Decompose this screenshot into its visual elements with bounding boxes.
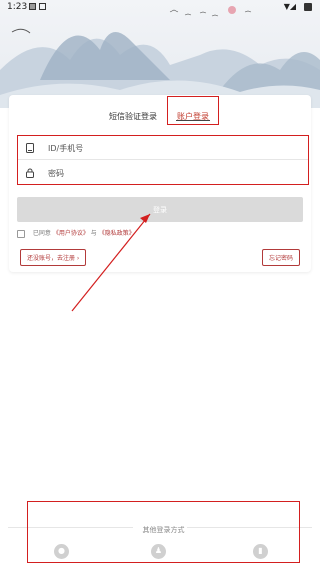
- id-phone-input[interactable]: [48, 140, 298, 156]
- image-notification-icon: [29, 3, 36, 10]
- forgot-password-button[interactable]: 忘记密码: [261, 249, 300, 266]
- phone-icon: ▮: [258, 546, 263, 555]
- tab-sms-login[interactable]: 短信验证登录: [109, 111, 157, 122]
- status-time: 1:23: [7, 2, 28, 12]
- id-field-row: [18, 136, 308, 160]
- agreement-and: 与: [90, 230, 97, 237]
- agreement-row: 已同意 《用户协议》 与 《隐私政策》: [17, 228, 135, 238]
- wifi-signal-icon: ▼◢: [283, 2, 296, 11]
- battery-icon: [304, 3, 312, 11]
- password-field-row: [18, 161, 308, 185]
- credential-fields-group: [17, 135, 309, 185]
- wechat-login-button[interactable]: ●: [54, 544, 69, 559]
- other-login-title: 其他登录方式: [142, 526, 185, 534]
- phone-login-button[interactable]: ▮: [253, 544, 268, 559]
- login-button[interactable]: 登录: [17, 197, 303, 222]
- password-input[interactable]: [48, 165, 298, 181]
- status-bar: 1:23 ▼◢: [0, 0, 320, 14]
- download-notification-icon: [39, 3, 46, 10]
- register-button[interactable]: 还没账号，去注册 ›: [20, 249, 87, 266]
- active-tab-underline: [176, 120, 210, 121]
- tab-account-login[interactable]: 账户登录: [167, 96, 219, 125]
- other-login-section: 其他登录方式 ● ♟ ▮: [27, 501, 300, 563]
- user-agreement-link[interactable]: 《用户协议》: [53, 230, 89, 237]
- agreement-checkbox[interactable]: [17, 229, 25, 238]
- phone-icon: [26, 143, 34, 153]
- qq-icon: ♟: [154, 546, 163, 555]
- lock-icon: [26, 168, 34, 178]
- wechat-icon: ●: [58, 546, 65, 555]
- qq-login-button[interactable]: ♟: [151, 544, 166, 559]
- agreement-prefix: 已同意: [32, 230, 51, 237]
- header-landscape-banner: [0, 0, 320, 108]
- privacy-policy-link[interactable]: 《隐私政策》: [99, 230, 135, 237]
- login-card: 短信验证登录 账户登录 登录 已同意 《用户协议》 与 《隐私政策》 还没账号，…: [9, 95, 311, 272]
